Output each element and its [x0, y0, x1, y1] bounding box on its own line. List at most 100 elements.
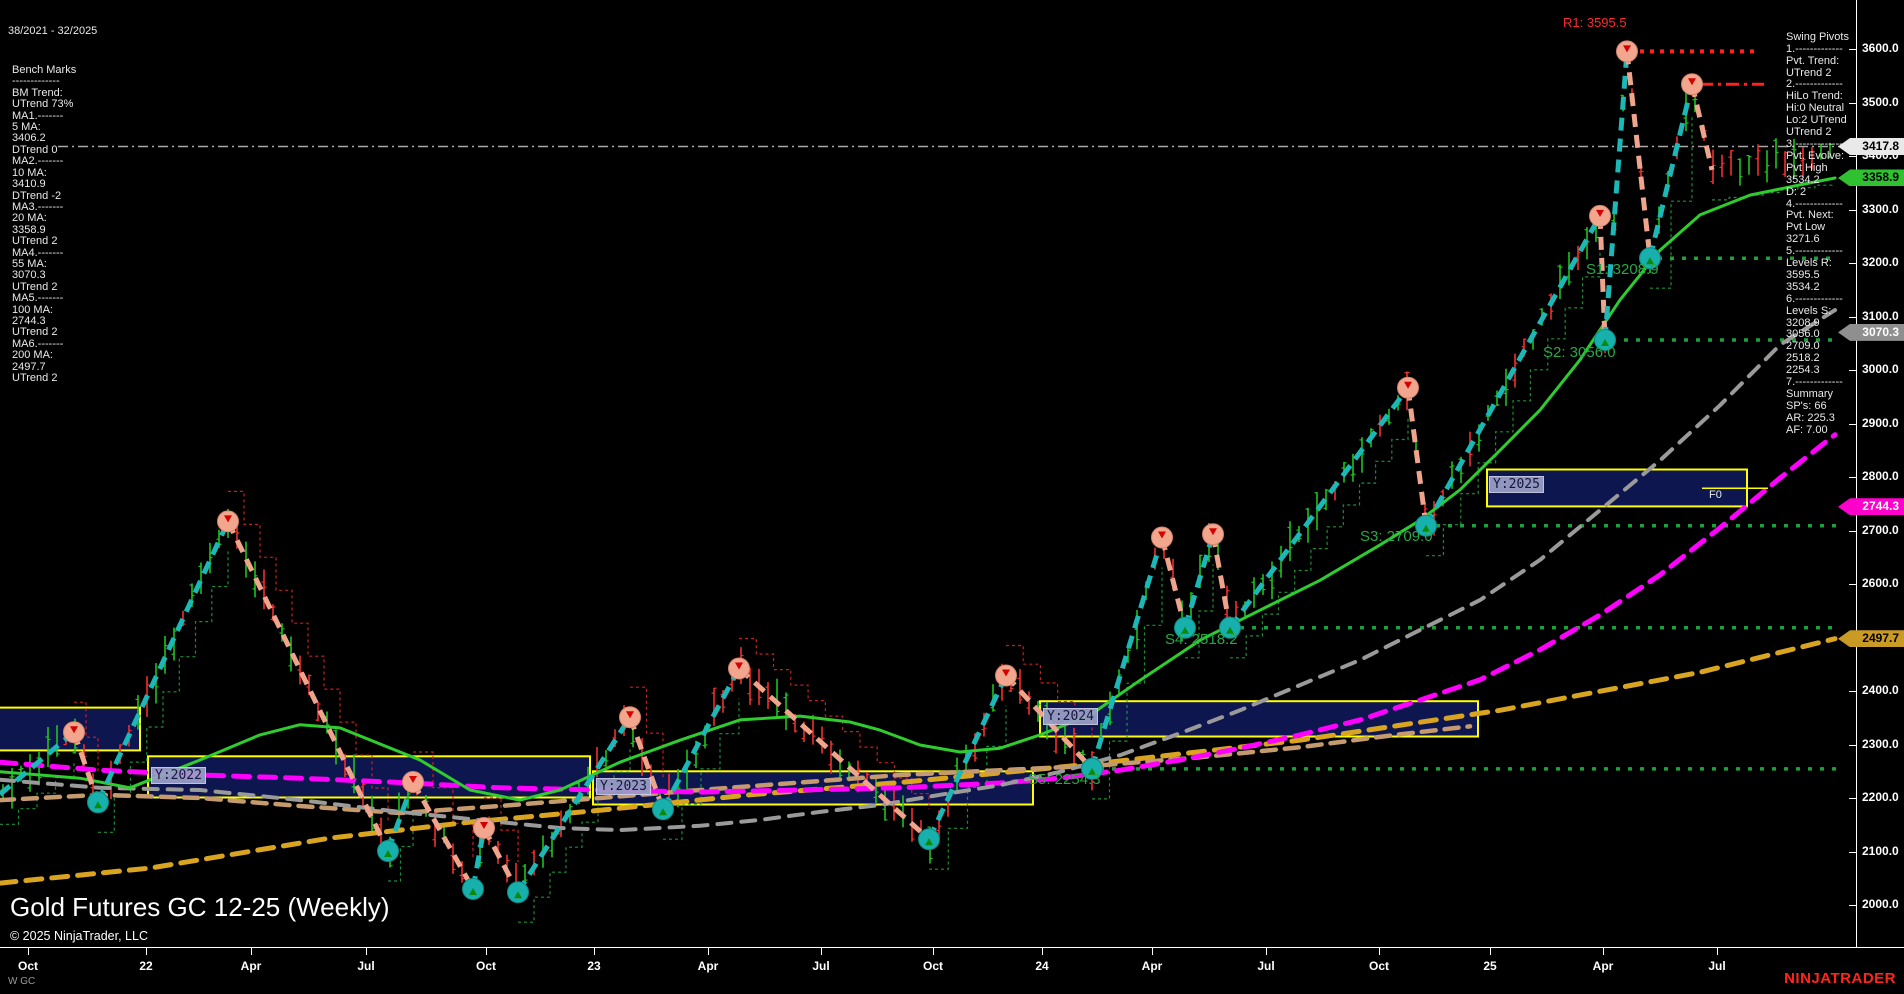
panel-line: Swing Pivots — [1786, 30, 1849, 43]
time-axis-tick — [146, 948, 147, 955]
time-axis-label: Oct — [475, 959, 496, 973]
price-axis-label: 3300.0 — [1862, 201, 1899, 216]
panel-line: 1.------------- — [1786, 42, 1843, 55]
year-label-2025[interactable]: Y:2025 — [1489, 476, 1544, 493]
time-axis-label: 22 — [139, 959, 153, 973]
panel-line: Pvt. Trend: — [1786, 54, 1840, 67]
panel-line: AR: 225.3 — [1786, 411, 1835, 424]
time-axis-tick — [1152, 948, 1153, 955]
time-axis-label: 25 — [1483, 959, 1497, 973]
price-axis-tick — [1849, 102, 1856, 104]
year-label-2022[interactable]: Y:2022 — [151, 767, 206, 784]
time-axis-tick — [594, 948, 595, 955]
price-axis-label: 3600.0 — [1862, 41, 1899, 55]
price-axis-tick — [1849, 584, 1856, 585]
price-axis-label: 2600.0 — [1862, 576, 1899, 590]
time-axis-label: Apr — [1141, 959, 1163, 973]
time-axis-tick — [933, 948, 934, 955]
panel-line: 3410.9 — [12, 178, 46, 191]
time-axis-label: Apr — [240, 959, 262, 973]
time-axis-tick — [1042, 948, 1043, 955]
price-axis-label: 3500.0 — [1862, 94, 1899, 109]
panel-line: D: 2 — [1786, 185, 1807, 198]
chart-title: Gold Futures GC 12-25 (Weekly) — [10, 892, 390, 922]
panel-line: 3534.2 — [1786, 173, 1820, 186]
panel-line: Pvt. Evolve: — [1786, 149, 1845, 162]
benchmarks-panel-lines: Bench Marks ------------- BM Trend: UTrend … — [8, 64, 97, 384]
price-axis-tick — [1849, 423, 1856, 425]
year-label-2023[interactable]: Y:2023 — [596, 778, 651, 795]
time-axis-label: Jul — [357, 959, 375, 973]
price-axis-tick — [1849, 156, 1856, 157]
panel-line: UTrend 2 — [12, 372, 58, 384]
s1-level-label: S1: 3208.9 — [1586, 261, 1659, 278]
s2-level-label: S2: 3056.0 — [1543, 344, 1616, 361]
year-label-2024[interactable]: Y:2024 — [1043, 708, 1098, 725]
panel-line: 6.------------- — [1786, 292, 1843, 305]
panel-line: UTrend 2 — [12, 235, 58, 248]
pivot-level-lines — [58, 49, 1856, 771]
time-axis-tick — [1717, 948, 1718, 955]
panel-line: MA2.------- — [12, 155, 64, 168]
price-axis-label: 2400.0 — [1862, 683, 1899, 697]
panel-line: Levels S: — [1786, 304, 1832, 317]
time-axis-tick — [28, 948, 29, 955]
price-axis-tick — [1849, 530, 1856, 532]
price-axis-label: 2800.0 — [1862, 469, 1899, 483]
time-axis-label: Oct — [1368, 959, 1389, 973]
panel-line: AF: 7.00 — [1786, 423, 1828, 436]
date-range-label: 38/2021 - 32/2025 — [8, 24, 98, 37]
price-axis-tick — [1849, 851, 1856, 853]
price-axis-tick — [1849, 316, 1856, 318]
time-axis-label: Oct — [922, 959, 943, 973]
price-axis-label: 2900.0 — [1862, 415, 1899, 430]
price-axis-tick — [1849, 209, 1856, 211]
price-axis-tick — [1849, 477, 1856, 478]
ninjatrader-chart-window: 3600.0 3500.0 3400.0 3300.0 3200.0 3100.0 3000… — [0, 0, 1904, 994]
time-axis-label: 23 — [587, 959, 601, 973]
s4-level-label: S4: 2518.2 — [1165, 631, 1238, 648]
time-axis-label: Jul — [1708, 959, 1726, 973]
time-axis-tick — [1266, 948, 1267, 955]
ninjatrader-logo: NINJATRADER — [1784, 970, 1896, 987]
time-axis-label: Jul — [1257, 959, 1275, 973]
time-axis-label: Oct — [17, 959, 38, 973]
time-axis-label: Jul — [812, 959, 830, 973]
price-axis-tick — [1849, 798, 1856, 799]
price-axis-label: 2200.0 — [1862, 790, 1899, 804]
price-axis-label: 2100.0 — [1862, 843, 1899, 858]
instrument-period-label: W GC — [8, 976, 36, 987]
price-axis-tick — [1849, 744, 1856, 746]
price-axis-label: 3200.0 — [1862, 255, 1899, 269]
benchmarks-panel: 38/2021 - 32/2025 Bench Marks -----------… — [8, 3, 97, 407]
price-axis-tick — [1849, 691, 1856, 692]
price-axis-label: 3000.0 — [1862, 362, 1899, 376]
time-axis-tick — [1603, 948, 1604, 955]
panel-line: 20 MA: — [12, 212, 47, 225]
time-axis-line — [0, 947, 1904, 948]
time-axis-tick — [251, 948, 252, 955]
price-tag-2497.7: 2497.7 — [1838, 630, 1904, 648]
copyright-text: © 2025 NinjaTrader, LLC — [10, 929, 148, 943]
r1-level-label: R1: 3595.5 — [1563, 15, 1627, 30]
chart-title-block: Gold Futures GC 12-25 (Weekly) © 2025 Ni… — [10, 892, 390, 943]
price-axis-tick — [1849, 49, 1856, 50]
price-chart-plot[interactable] — [0, 0, 1904, 994]
panel-line: UTrend 73% — [12, 98, 74, 111]
time-axis-label: Apr — [697, 959, 719, 973]
panel-line: Pvt High — [1786, 161, 1828, 174]
f0-marker-label: F0 — [1709, 489, 1722, 501]
year-boxes — [0, 468, 1748, 806]
swing-pivots-panel: Swing Pivots 1.------------- Pvt. Trend: UT… — [1786, 8, 1849, 460]
time-axis-tick — [821, 948, 822, 955]
price-axis-tick — [1849, 263, 1856, 264]
time-axis-tick — [708, 948, 709, 955]
time-axis-tick — [1379, 948, 1380, 955]
panel-line: MA5.------- — [12, 292, 64, 305]
price-axis-tick — [1849, 905, 1856, 906]
time-axis-tick — [366, 948, 367, 955]
time-axis-label: 24 — [1035, 959, 1049, 973]
price-axis-label: 2300.0 — [1862, 736, 1899, 751]
time-axis-label: Apr — [1592, 959, 1614, 973]
price-axis-tick — [1849, 370, 1856, 371]
